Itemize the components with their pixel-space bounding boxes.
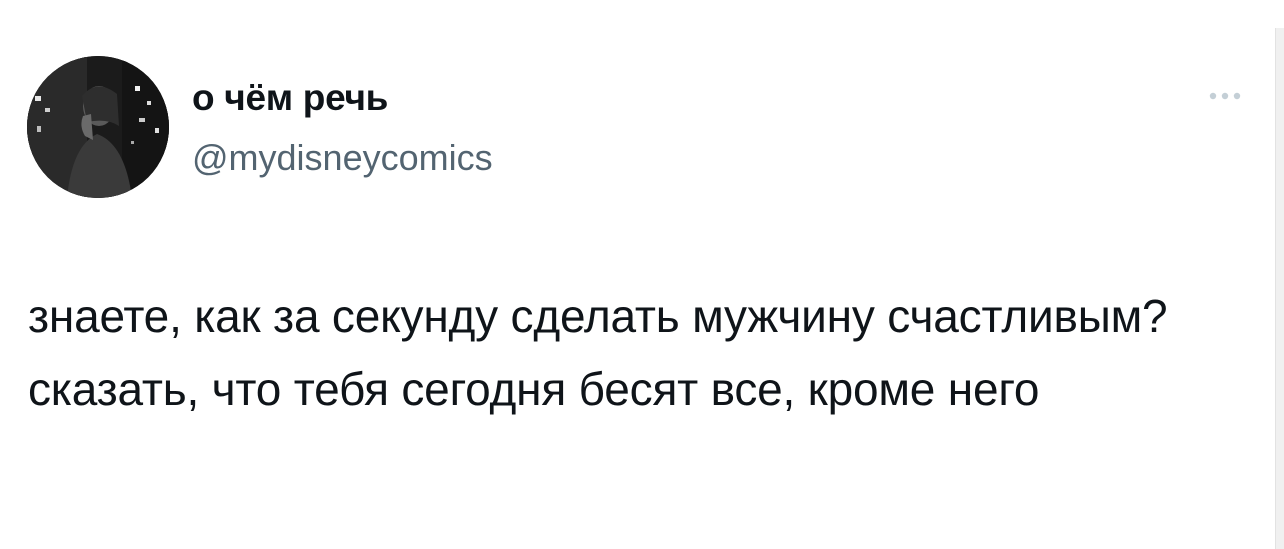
avatar[interactable]	[27, 56, 169, 198]
more-horizontal-icon	[1209, 92, 1241, 100]
author-handle[interactable]: @mydisneycomics	[192, 137, 493, 179]
more-options-button[interactable]	[1202, 82, 1248, 110]
profile-photo-icon	[27, 56, 169, 198]
scrollbar[interactable]	[1275, 28, 1284, 549]
author-display-name[interactable]: о чём речь	[192, 77, 388, 119]
tweet-text: знаете, как за секунду сделать мужчину с…	[28, 290, 1168, 415]
